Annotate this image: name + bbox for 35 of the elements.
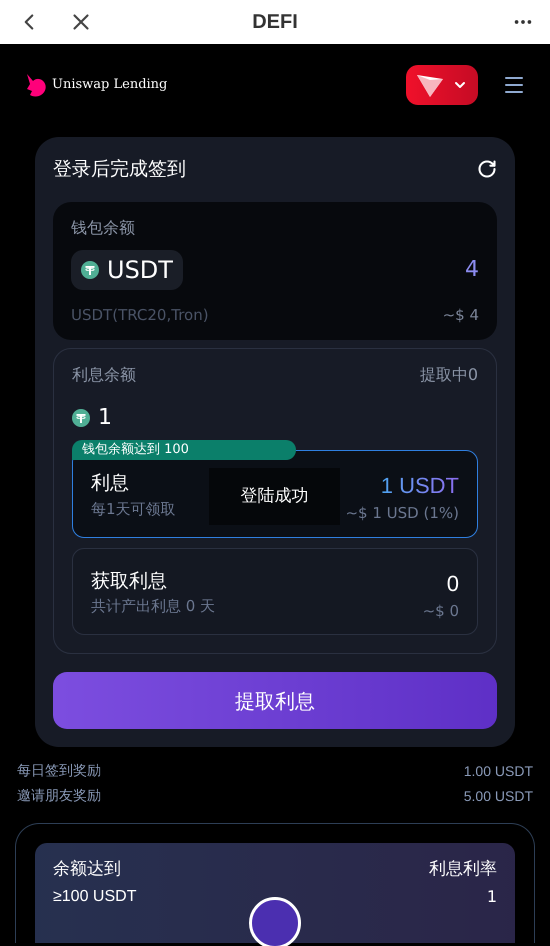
- rate-value: 1: [486, 886, 497, 908]
- withdraw-status: 提取中0: [420, 364, 478, 386]
- rate-label: 利息利率: [429, 858, 497, 881]
- card-title: 登录后完成签到: [53, 157, 186, 182]
- option-value: 0: [446, 570, 459, 598]
- withdraw-interest-button[interactable]: 提取利息: [53, 672, 497, 729]
- interest-amount: 1: [98, 404, 112, 432]
- reward-value: 1.00 USDT: [464, 762, 533, 781]
- interest-option[interactable]: 获取利息 共计产出利息 0 天 0 ~$ 0: [72, 548, 478, 635]
- network-selector[interactable]: [406, 64, 478, 104]
- reward-value: 5.00 USDT: [464, 787, 533, 806]
- brand-name: Uniswap Lending: [52, 76, 168, 94]
- tether-icon: [81, 260, 99, 278]
- requirement-badge: 钱包余额达到 100: [72, 440, 296, 460]
- network-label: USDT(TRC20,Tron): [71, 304, 209, 326]
- wallet-amount: 4: [465, 256, 479, 284]
- option-title: 利息: [91, 471, 130, 496]
- reward-label: 每日签到奖励: [17, 762, 101, 781]
- option-subtitle: 每1天可领取: [91, 498, 176, 520]
- refresh-icon[interactable]: [477, 159, 497, 180]
- wallet-usd: ~$ 4: [442, 304, 479, 326]
- coin-icon: [249, 897, 301, 946]
- reward-label: 邀请朋友奖励: [17, 787, 101, 806]
- option-usd: ~$ 1 USD (1%): [345, 503, 459, 524]
- interest-label: 利息余额: [72, 364, 136, 386]
- option-title: 获取利息: [91, 568, 168, 594]
- option-subtitle: 共计产出利息 0 天: [91, 596, 216, 617]
- balance-label: 余额达到: [53, 858, 122, 881]
- token-chip[interactable]: USDT: [71, 250, 183, 290]
- option-usd: ~$ 0: [422, 600, 459, 622]
- toast: 登陆成功: [209, 468, 340, 525]
- tether-icon: [72, 408, 90, 426]
- wallet-label: 钱包余额: [71, 216, 136, 238]
- balance-threshold: ≥100 USDT: [53, 886, 136, 906]
- page-title: DEFI: [252, 10, 298, 35]
